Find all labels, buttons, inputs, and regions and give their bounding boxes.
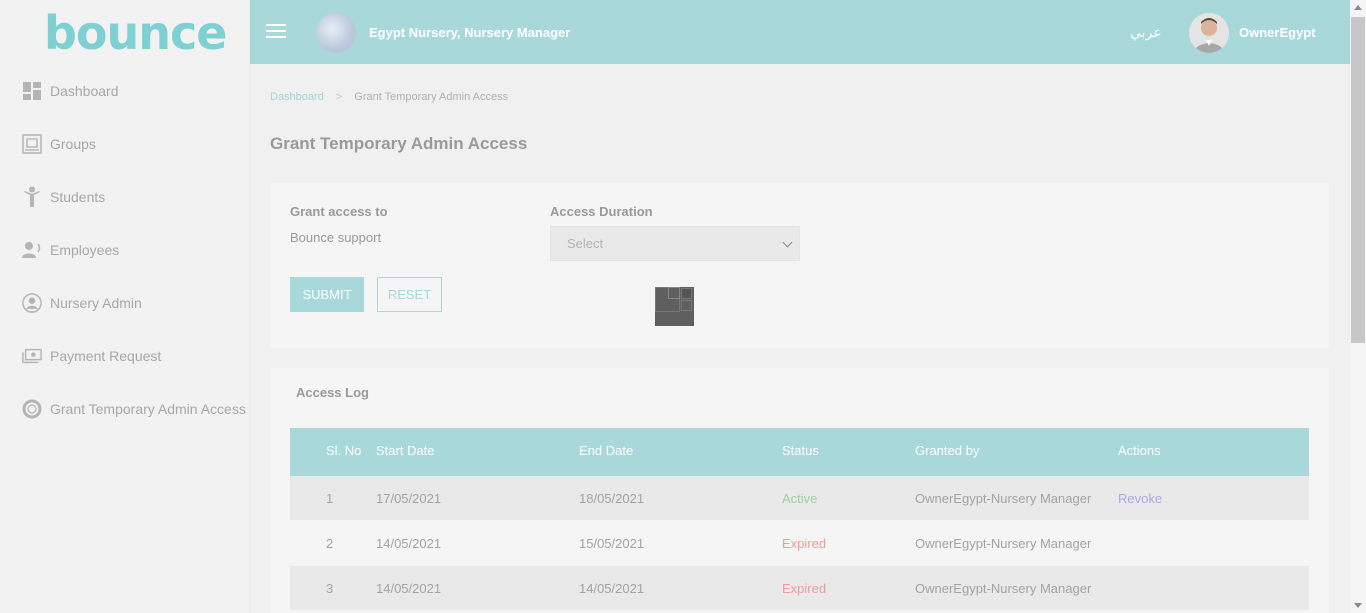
sidebar-item-label: Dashboard — [50, 82, 119, 99]
column-header: Sl. No — [326, 443, 362, 458]
end-date: 18/05/2021 — [579, 491, 645, 506]
page-title: Grant Temporary Admin Access — [270, 134, 528, 153]
column-header: Actions — [1118, 443, 1161, 458]
loading-spinner-icon — [655, 287, 694, 326]
nursery-admin-icon — [22, 292, 42, 313]
user-name[interactable]: OwnerEgypt — [1239, 25, 1316, 40]
table-row: 2 14/05/2021 15/05/2021 Expired OwnerEgy… — [290, 521, 1309, 566]
breadcrumb-current: Grant Temporary Admin Access — [354, 91, 509, 103]
sidebar-item-payment-request[interactable]: Payment Request — [0, 329, 250, 382]
scroll-down-icon[interactable] — [1354, 603, 1362, 608]
sidebar-nav: Dashboard Groups Students Employees Nurs… — [0, 64, 250, 435]
sidebar-item-label: Grant Temporary Admin Access — [50, 400, 246, 417]
grant-access-label: Grant access to — [290, 204, 388, 219]
table-row: 3 14/05/2021 14/05/2021 Expired OwnerEgy… — [290, 566, 1309, 611]
access-log-table: Sl. No Start Date End Date Status Grante… — [290, 428, 1309, 611]
sidebar-item-label: Groups — [50, 135, 96, 152]
start-date: 17/05/2021 — [376, 491, 442, 506]
column-header: Status — [782, 443, 819, 458]
access-duration-label: Access Duration — [550, 204, 653, 219]
bounce-logo[interactable]: bounce — [44, 8, 227, 58]
dashboard-icon — [22, 81, 42, 101]
access-log-panel: Access Log Sl. No Start Date End Date St… — [270, 368, 1329, 613]
language-toggle[interactable]: عربي — [1130, 24, 1162, 41]
scroll-up-icon[interactable] — [1354, 5, 1362, 10]
granted-by: OwnerEgypt-Nursery Manager — [915, 581, 1092, 596]
employees-icon — [22, 240, 42, 260]
row-number: 2 — [326, 536, 334, 551]
reset-button[interactable]: RESET — [377, 277, 442, 312]
status-badge: Expired — [782, 536, 827, 551]
end-date: 15/05/2021 — [579, 536, 645, 551]
lifebuoy-icon — [22, 399, 42, 419]
students-icon — [22, 186, 42, 207]
status-badge: Active — [782, 491, 818, 506]
chevron-down-icon — [782, 237, 793, 248]
row-number: 3 — [326, 581, 334, 596]
sidebar-item-groups[interactable]: Groups — [0, 117, 250, 170]
sidebar-item-label: Employees — [50, 241, 120, 258]
end-date: 14/05/2021 — [579, 581, 645, 596]
breadcrumb-home-link[interactable]: Dashboard — [270, 91, 324, 103]
grant-access-form: Grant access to Bounce support Access Du… — [270, 183, 1329, 348]
sidebar-item-label: Students — [50, 188, 106, 205]
table-row: 1 17/05/2021 18/05/2021 Active OwnerEgyp… — [290, 476, 1309, 521]
sidebar-item-label: Payment Request — [50, 347, 162, 364]
top-bar: Egypt Nursery, Nursery Manager عربي Owne… — [250, 0, 1350, 64]
grant-access-value: Bounce support — [290, 230, 382, 245]
org-avatar — [316, 13, 356, 53]
breadcrumb-separator-icon: > — [335, 91, 343, 103]
org-name: Egypt Nursery, Nursery Manager — [369, 25, 571, 40]
sidebar-item-students[interactable]: Students — [0, 170, 250, 223]
start-date: 14/05/2021 — [376, 581, 442, 596]
column-header: Granted by — [915, 443, 980, 458]
column-header: End Date — [579, 443, 634, 458]
submit-button[interactable]: SUBMIT — [290, 277, 364, 312]
sidebar-item-grant-temporary-admin-access[interactable]: Grant Temporary Admin Access — [0, 382, 250, 435]
breadcrumb: Dashboard > Grant Temporary Admin Access — [270, 91, 508, 103]
user-avatar[interactable] — [1189, 13, 1229, 53]
access-duration-select[interactable]: Select — [550, 226, 800, 261]
sidebar-item-dashboard[interactable]: Dashboard — [0, 64, 250, 117]
revoke-link[interactable]: Revoke — [1118, 491, 1162, 506]
sidebar-item-nursery-admin[interactable]: Nursery Admin — [0, 276, 250, 329]
table-header: Sl. No Start Date End Date Status Grante… — [290, 428, 1309, 476]
sidebar: bounce Dashboard Groups Students Employe… — [0, 0, 250, 613]
column-header: Start Date — [376, 443, 435, 458]
menu-icon[interactable] — [266, 24, 286, 40]
row-number: 1 — [326, 491, 334, 506]
start-date: 14/05/2021 — [376, 536, 442, 551]
groups-icon — [22, 133, 42, 154]
sidebar-item-employees[interactable]: Employees — [0, 223, 250, 276]
status-badge: Expired — [782, 581, 827, 596]
payment-request-icon — [22, 346, 42, 366]
scrollbar-thumb[interactable] — [1351, 17, 1365, 343]
page-scrollbar[interactable] — [1350, 0, 1366, 613]
sidebar-item-label: Nursery Admin — [50, 294, 142, 311]
granted-by: OwnerEgypt-Nursery Manager — [915, 536, 1092, 551]
access-log-title: Access Log — [296, 385, 369, 400]
granted-by: OwnerEgypt-Nursery Manager — [915, 491, 1092, 506]
